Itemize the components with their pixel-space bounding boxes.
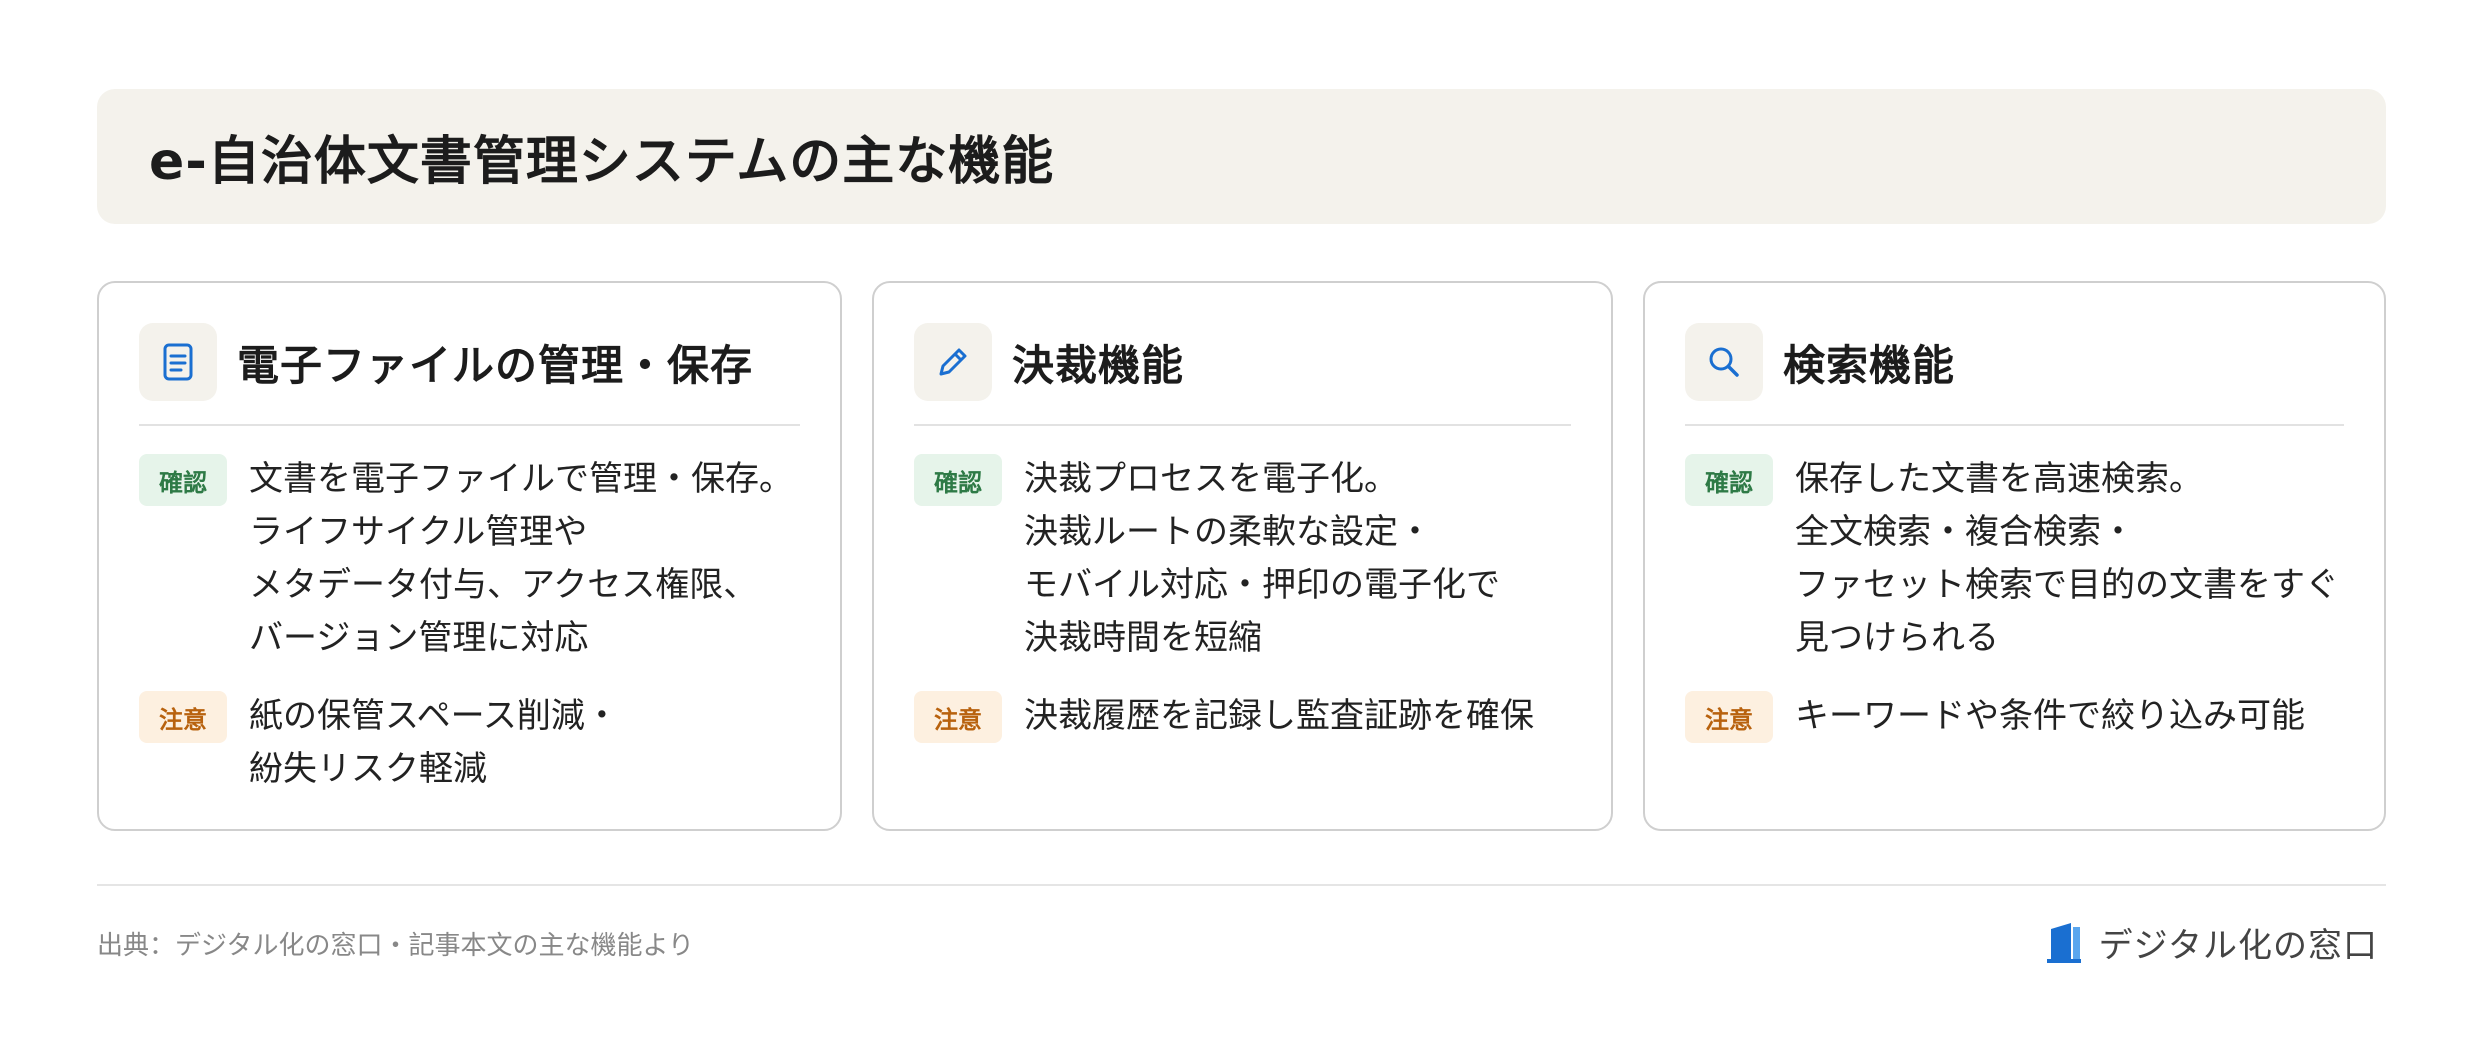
note-row: 注意 紙の保管スペース削減・ 紛失リスク軽減: [139, 691, 800, 796]
note-row: 注意 決裁履歴を記録し監査証跡を確保: [914, 691, 1571, 743]
feature-card-file-management: 電子ファイルの管理・保存 確認 文書を電子ファイルで管理・保存。 ライフサイクル…: [97, 281, 842, 831]
brand-logo: デジタル化の窓口: [2045, 918, 2378, 967]
card-title: 検索機能: [1783, 340, 1956, 390]
document-icon: [139, 323, 217, 401]
card-divider: [1685, 424, 2344, 426]
card-header: 検索機能: [1685, 323, 2344, 401]
source-note: 出典：デジタル化の窓口・記事本文の主な機能より: [97, 931, 694, 961]
confirm-text: 文書を電子ファイルで管理・保存。 ライフサイクル管理や メタデータ付与、アクセス…: [249, 459, 793, 658]
note-text: キーワードや条件で絞り込み可能: [1795, 696, 2305, 736]
pencil-icon: [914, 323, 992, 401]
feature-card-search: 検索機能 確認 保存した文書を高速検索。 全文検索・複合検索・ ファセット検索で…: [1643, 281, 2386, 831]
note-text: 紙の保管スペース削減・ 紛失リスク軽減: [249, 696, 619, 789]
note-badge: 注意: [914, 691, 1002, 743]
feature-card-approval: 決裁機能 確認 決裁プロセスを電子化。 決裁ルートの柔軟な設定・ モバイル対応・…: [872, 281, 1613, 831]
confirm-badge: 確認: [1685, 454, 1773, 506]
confirm-text: 保存した文書を高速検索。 全文検索・複合検索・ ファセット検索で目的の文書をすぐ…: [1795, 459, 2339, 658]
card-header: 決裁機能: [914, 323, 1571, 401]
note-badge: 注意: [139, 691, 227, 743]
search-icon: [1685, 323, 1763, 401]
confirm-badge: 確認: [914, 454, 1002, 506]
card-title: 決裁機能: [1012, 340, 1185, 390]
note-text: 決裁履歴を記録し監査証跡を確保: [1024, 696, 1534, 736]
footer-divider: [97, 884, 2386, 886]
card-divider: [914, 424, 1571, 426]
brand-mark-icon: [2046, 922, 2081, 963]
note-badge: 注意: [1685, 691, 1773, 743]
confirm-row: 確認 決裁プロセスを電子化。 決裁ルートの柔軟な設定・ モバイル対応・押印の電子…: [914, 454, 1571, 665]
feature-cards: 電子ファイルの管理・保存 確認 文書を電子ファイルで管理・保存。 ライフサイクル…: [97, 281, 2386, 831]
confirm-badge: 確認: [139, 454, 227, 506]
title-banner: e-自治体文書管理システムの主な機能: [97, 89, 2386, 224]
card-title: 電子ファイルの管理・保存: [237, 340, 754, 390]
confirm-text: 決裁プロセスを電子化。 決裁ルートの柔軟な設定・ モバイル対応・押印の電子化で …: [1024, 459, 1500, 658]
confirm-row: 確認 文書を電子ファイルで管理・保存。 ライフサイクル管理や メタデータ付与、ア…: [139, 454, 800, 665]
brand-name: デジタル化の窓口: [2098, 926, 2378, 966]
card-header: 電子ファイルの管理・保存: [139, 323, 800, 401]
page-title: e-自治体文書管理システムの主な機能: [149, 132, 1055, 192]
card-divider: [139, 424, 800, 426]
confirm-row: 確認 保存した文書を高速検索。 全文検索・複合検索・ ファセット検索で目的の文書…: [1685, 454, 2344, 665]
note-row: 注意 キーワードや条件で絞り込み可能: [1685, 691, 2344, 743]
